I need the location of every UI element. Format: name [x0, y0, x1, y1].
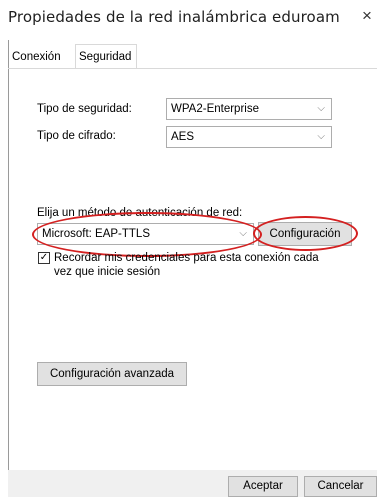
configuration-button[interactable]: Configuración [258, 222, 352, 246]
auth-method-select[interactable]: Microsoft: EAP-TTLS ⌵ [37, 223, 254, 245]
remember-credentials-label: Recordar mis credenciales para esta cone… [54, 251, 319, 279]
window-title: Propiedades de la red inalámbrica eduroa… [8, 8, 340, 26]
tab-conexion[interactable]: Conexión [9, 46, 75, 68]
chevron-down-icon: ⌵ [317, 131, 325, 142]
accept-button[interactable]: Aceptar [228, 476, 298, 497]
cipher-type-select[interactable]: AES ⌵ [166, 126, 332, 148]
remember-line-2: vez que inicie sesión [54, 266, 161, 278]
cipher-type-label: Tipo de cifrado: [37, 130, 116, 142]
chevron-down-icon: ⌵ [239, 228, 247, 239]
advanced-settings-button[interactable]: Configuración avanzada [37, 362, 187, 386]
security-type-value: WPA2-Enterprise [171, 103, 259, 115]
remember-credentials-checkbox[interactable]: ✓ [38, 252, 50, 264]
remember-line-1: Recordar mis credenciales para esta cone… [54, 252, 319, 264]
security-type-select[interactable]: WPA2-Enterprise ⌵ [166, 98, 332, 120]
cancel-button[interactable]: Cancelar [304, 476, 377, 497]
auth-method-value: Microsoft: EAP-TTLS [42, 228, 150, 240]
cipher-type-value: AES [171, 131, 195, 143]
security-type-label: Tipo de seguridad: [37, 103, 132, 115]
auth-method-label: Elija un método de autenticación de red: [37, 207, 243, 219]
window-border [8, 40, 9, 480]
tab-divider [8, 68, 377, 69]
close-icon[interactable]: × [362, 6, 372, 26]
tab-seguridad[interactable]: Seguridad [75, 44, 137, 69]
chevron-down-icon: ⌵ [317, 103, 325, 114]
